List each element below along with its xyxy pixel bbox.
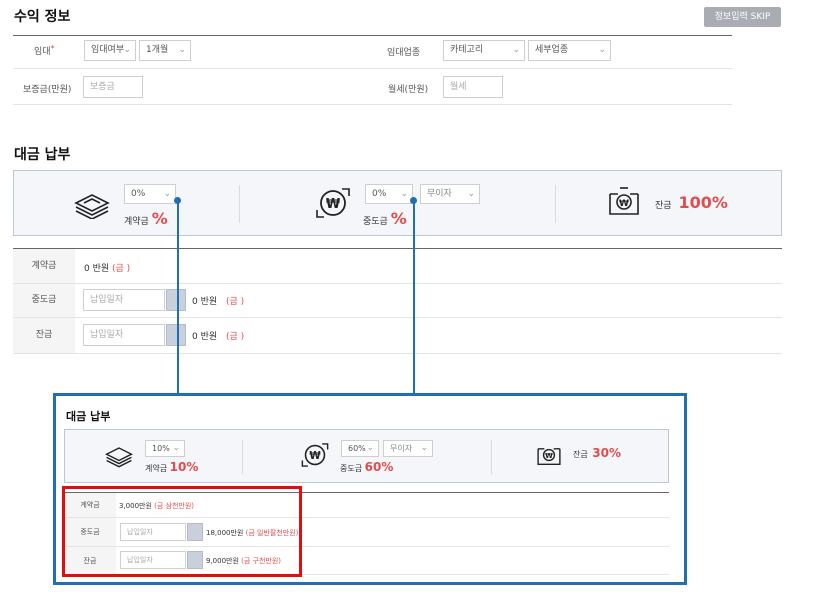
chevron-down-icon: ⌄ [163,189,171,199]
example-ratio-band: 10% ⌄ 계약금 10% ₩ 60% ⌄ 무이자 ⌄ 중도금 60% ₩ 잔금… [64,429,669,483]
contract-row-label: 계약금 [13,249,75,283]
contract-percent-display: 계약금 % [124,209,168,228]
contract-percent-sign: % [151,209,168,228]
chevron-down-icon: ⌄ [178,45,186,55]
band-separator [491,440,492,474]
calendar-icon[interactable] [166,324,186,346]
money-stack-icon [105,447,133,468]
svg-text:₩: ₩ [326,197,341,212]
middle-percent-sign: % [390,209,407,228]
row-divider [13,353,782,354]
deposit-label: 보증금(만원) [23,85,72,95]
svg-text:₩: ₩ [545,452,553,460]
balance-won-icon: ₩ [609,187,639,215]
callout-line [413,201,415,394]
money-stack-icon [74,194,110,219]
deposit-input[interactable]: 보증금 [83,76,143,98]
chevron-down-icon: ⌄ [172,443,180,453]
rent-period-select[interactable]: 1개월 ⌄ [139,40,191,61]
balance-amount: 0 반원 (금 ) [192,332,245,342]
payment-section-title: 대금 납부 [14,147,71,163]
row-divider [13,283,782,284]
chevron-down-icon: ⌄ [420,443,428,453]
chevron-down-icon: ⌄ [366,443,374,453]
rent-label: 임대* [34,44,55,57]
example-interest-select[interactable]: 무이자 ⌄ [383,440,433,457]
calendar-icon[interactable] [166,289,186,311]
row-divider [13,317,782,318]
middle-amount: 0 반원 (금 ) [192,297,245,307]
exchange-won-icon: ₩ [301,443,329,467]
chevron-down-icon: ⌄ [598,45,606,55]
skip-button[interactable]: 정보입력 SKIP [704,7,781,27]
chevron-down-icon: ⌄ [467,189,475,199]
svg-text:₩: ₩ [309,450,321,462]
middle-percent-select[interactable]: 0% ⌄ [365,184,413,204]
contract-amount: 0 반원 (금 ) [84,264,131,274]
interest-select[interactable]: 무이자 ⌄ [420,184,480,204]
band-separator [239,185,240,223]
example-middle-display: 중도금 60% [340,460,394,474]
rent-status-select[interactable]: 임대여부 ⌄ [84,40,136,61]
example-title: 대금 납부 [66,410,111,423]
category-select[interactable]: 카테고리 ⌄ [443,40,525,61]
example-contract-display: 계약금 10% [145,460,199,474]
band-separator [242,440,243,474]
monthly-rent-label: 월세(만원) [388,85,429,95]
business-label: 임대업종 [387,48,421,58]
income-top-rule [13,35,732,36]
income-section-title: 수익 정보 [14,9,71,25]
exchange-won-icon: ₩ [316,188,350,218]
balance-row-label: 잔금 [13,318,75,353]
balance-percent-value: 100% [678,193,728,212]
example-balance-display: 잔금 30% [573,446,622,460]
middle-percent-display: 중도금 % [363,209,407,228]
chevron-down-icon: ⌄ [512,45,520,55]
middle-date-input[interactable]: 납입일자 [83,289,165,311]
chevron-down-icon: ⌄ [400,189,408,199]
example-middle-select[interactable]: 60% ⌄ [341,440,379,457]
band-separator [555,185,556,223]
required-mark: * [50,44,55,53]
monthly-rent-input[interactable]: 월세 [443,76,503,98]
payment-ratio-band: 0% ⌄ 계약금 % ₩ 0% ⌄ 무이자 ⌄ 중도금 % ₩ 잔금 100% [13,170,782,236]
balance-date-input[interactable]: 납입일자 [83,324,165,346]
payment-table-top-rule [13,248,782,249]
balance-percent-display: 잔금 100% [655,193,728,212]
callout-line [177,201,179,394]
svg-text:₩: ₩ [619,199,629,209]
income-bottom-rule [13,104,732,105]
contract-percent-select[interactable]: 0% ⌄ [124,184,176,204]
example-contract-select[interactable]: 10% ⌄ [145,440,185,457]
income-row-divider [13,68,732,69]
middle-row-label: 중도금 [13,284,75,317]
chevron-down-icon: ⌄ [123,45,131,55]
highlight-box [62,486,302,577]
sub-category-select[interactable]: 세부업종 ⌄ [528,40,611,61]
balance-won-icon: ₩ [537,448,561,466]
